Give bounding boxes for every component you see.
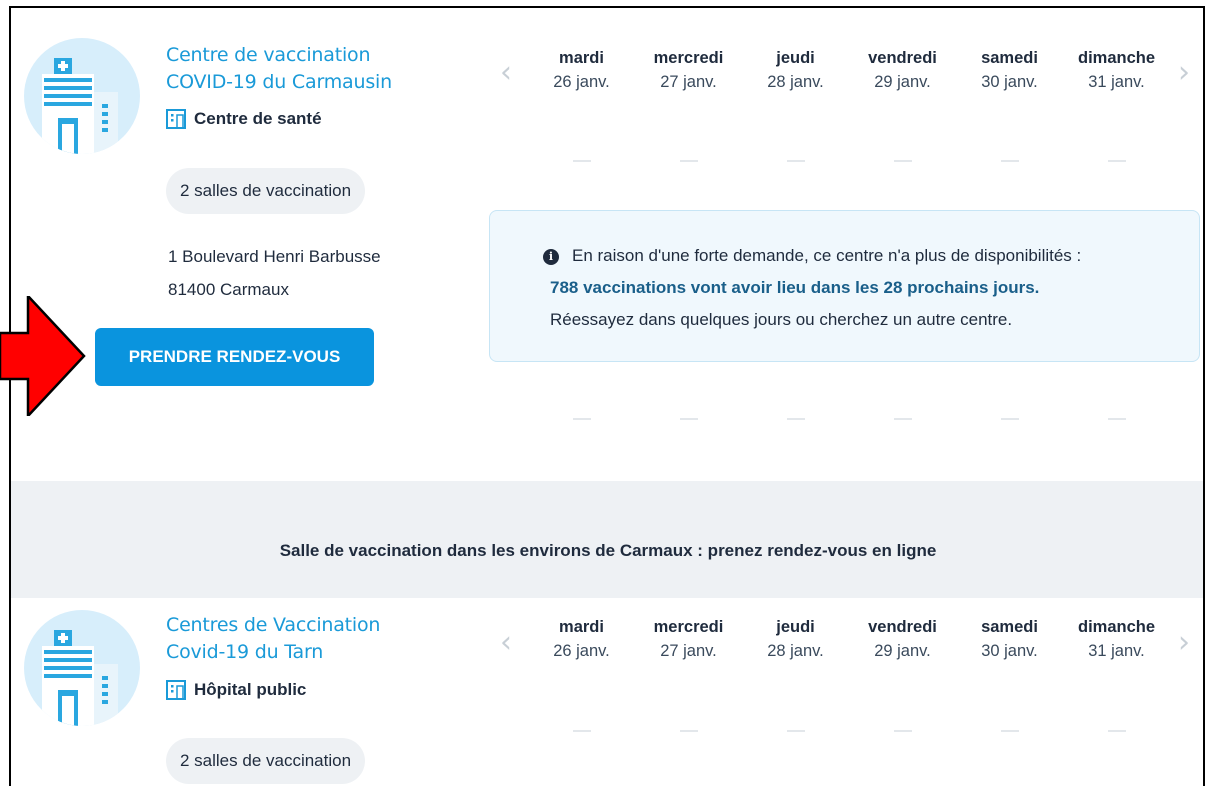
chevron-right-icon[interactable]: ›	[1178, 58, 1194, 88]
day-header: mardi 26 janv.	[528, 615, 635, 663]
day-header: mercredi 27 janv.	[635, 615, 742, 663]
center-avatar	[24, 610, 140, 726]
section-heading: Salle de vaccination dans les environs d…	[279, 541, 937, 560]
center-title[interactable]: Centre de vaccination COVID-19 du Carmau…	[166, 42, 466, 96]
center-type-label: Centre de santé	[194, 109, 322, 128]
calendar-day-headers: mardi 26 janv. mercredi 27 janv. jeudi 28 j…	[528, 46, 1170, 94]
empty-slot	[635, 418, 742, 420]
empty-slot	[635, 730, 742, 732]
empty-slot	[849, 730, 956, 732]
day-date: 31 janv.	[1088, 642, 1145, 660]
center-card-carmausin: Centre de vaccination COVID-19 du Carmau…	[11, 8, 1203, 481]
center-title-line1[interactable]: Centre de vaccination	[166, 42, 466, 69]
day-name: vendredi	[868, 49, 937, 67]
empty-slot	[742, 160, 849, 162]
empty-slots-row	[528, 730, 1170, 732]
day-header: vendredi 29 janv.	[849, 46, 956, 94]
day-header: jeudi 28 janv.	[742, 46, 849, 94]
day-name: dimanche	[1077, 618, 1156, 636]
empty-slot	[1063, 418, 1170, 420]
day-name: mercredi	[653, 49, 724, 67]
empty-slot	[742, 418, 849, 420]
day-name: mercredi	[653, 618, 724, 636]
day-header: dimanche 31 janv.	[1063, 615, 1170, 663]
notice-text: En raison d'une forte demande, ce centre…	[550, 240, 1190, 336]
day-header: vendredi 29 janv.	[849, 615, 956, 663]
day-date: 28 janv.	[767, 73, 824, 91]
rooms-badge[interactable]: 2 salles de vaccination	[166, 738, 366, 784]
hospital-building-icon	[42, 630, 118, 726]
day-date: 27 janv.	[660, 73, 717, 91]
empty-slot	[1063, 160, 1170, 162]
day-name: jeudi	[776, 49, 815, 67]
empty-slot	[528, 730, 635, 732]
address-street: 1 Boulevard Henri Barbusse	[168, 247, 381, 266]
empty-slot	[956, 418, 1063, 420]
empty-slot	[956, 160, 1063, 162]
center-type: Centre de santé	[166, 109, 322, 129]
chevron-right-icon[interactable]: ›	[1178, 628, 1194, 658]
empty-slot	[849, 160, 956, 162]
empty-slot	[635, 160, 742, 162]
chevron-left-icon[interactable]: ‹	[500, 628, 516, 658]
center-title[interactable]: Centres de Vaccination Covid-19 du Tarn	[166, 612, 466, 666]
day-date: 30 janv.	[981, 642, 1038, 660]
empty-slot	[528, 418, 635, 420]
empty-slots-row	[528, 160, 1170, 162]
notice-line3: Réessayez dans quelques jours ou cherche…	[550, 310, 1013, 329]
empty-slot	[849, 418, 956, 420]
notice-line1: En raison d'une forte demande, ce centre…	[572, 246, 1082, 265]
empty-slot	[956, 730, 1063, 732]
results-panel: Centre de vaccination COVID-19 du Carmau…	[9, 6, 1205, 786]
day-date: 27 janv.	[660, 642, 717, 660]
day-date: 31 janv.	[1088, 73, 1145, 91]
day-name: vendredi	[868, 618, 937, 636]
empty-slot	[742, 730, 849, 732]
center-title-line2[interactable]: COVID-19 du Carmausin	[166, 69, 466, 96]
building-icon	[166, 680, 186, 700]
day-date: 26 janv.	[553, 642, 610, 660]
chevron-left-icon[interactable]: ‹	[500, 58, 516, 88]
annotation-arrow-icon	[0, 296, 86, 416]
day-header: jeudi 28 janv.	[742, 615, 849, 663]
notice-line2: 788 vaccinations vont avoir lieu dans le…	[550, 278, 1040, 297]
day-header: mercredi 27 janv.	[635, 46, 742, 94]
day-header: mardi 26 janv.	[528, 46, 635, 94]
center-avatar	[24, 38, 140, 154]
day-header: samedi 30 janv.	[956, 615, 1063, 663]
empty-slot	[1063, 730, 1170, 732]
rooms-badge[interactable]: 2 salles de vaccination	[166, 168, 366, 214]
day-date: 28 janv.	[767, 642, 824, 660]
day-name: dimanche	[1077, 49, 1156, 67]
day-name: mardi	[559, 49, 604, 67]
day-name: samedi	[981, 49, 1038, 67]
building-icon	[166, 109, 186, 129]
day-date: 29 janv.	[874, 73, 931, 91]
book-appointment-button[interactable]: PRENDRE RENDEZ-VOUS	[95, 328, 374, 386]
address-city: 81400 Carmaux	[168, 280, 289, 299]
availability-notice: i En raison d'une forte demande, ce cent…	[489, 210, 1200, 362]
calendar-day-headers: mardi 26 janv. mercredi 27 janv. jeudi 28 j…	[528, 615, 1170, 663]
center-card-tarn: Centres de Vaccination Covid-19 du Tarn …	[11, 598, 1203, 786]
hospital-building-icon	[42, 58, 118, 154]
center-type-label: Hôpital public	[194, 680, 307, 699]
day-name: mardi	[559, 618, 604, 636]
empty-slots-row	[528, 418, 1170, 420]
section-band: Salle de vaccination dans les environs d…	[11, 481, 1203, 598]
center-address: 1 Boulevard Henri Barbusse 81400 Carmaux	[168, 240, 381, 306]
day-date: 30 janv.	[981, 73, 1038, 91]
day-date: 29 janv.	[874, 642, 931, 660]
empty-slot	[528, 160, 635, 162]
day-header: samedi 30 janv.	[956, 46, 1063, 94]
day-name: samedi	[981, 618, 1038, 636]
center-title-line2[interactable]: Covid-19 du Tarn	[166, 639, 466, 666]
day-name: jeudi	[776, 618, 815, 636]
day-header: dimanche 31 janv.	[1063, 46, 1170, 94]
day-date: 26 janv.	[553, 73, 610, 91]
center-title-line1[interactable]: Centres de Vaccination	[166, 612, 466, 639]
center-type: Hôpital public	[166, 680, 306, 700]
